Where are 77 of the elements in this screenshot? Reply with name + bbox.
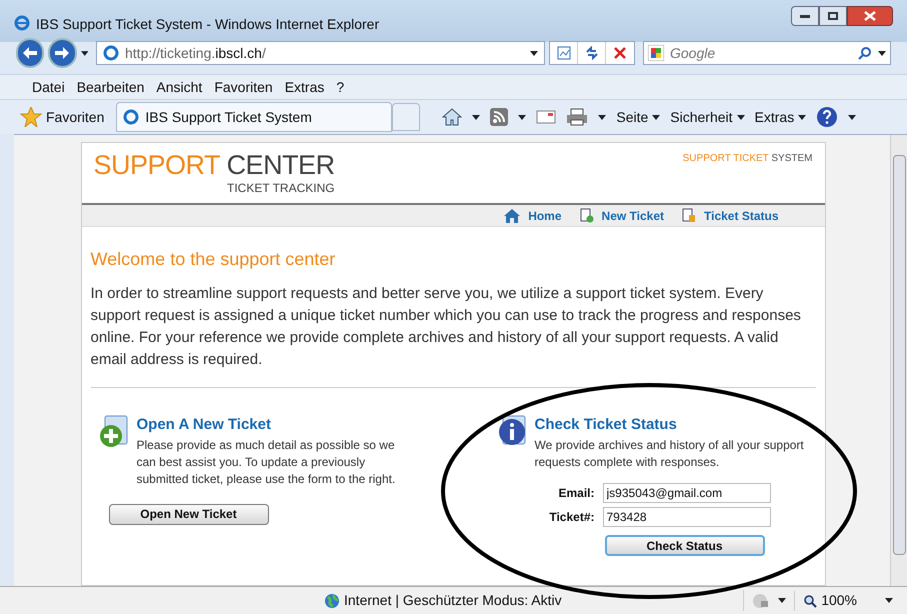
dropdown-caret-icon[interactable] — [885, 598, 893, 603]
dropdown-caret-icon[interactable] — [598, 114, 606, 120]
nav-link[interactable]: Ticket Status — [682, 206, 778, 224]
ticket-field[interactable]: 793428 — [602, 506, 770, 526]
url-text: http://ticketing.ibscl.ch/ — [125, 44, 266, 63]
search-box[interactable]: Google — [643, 41, 891, 65]
add-document-icon — [98, 414, 130, 450]
close-icon — [864, 11, 876, 21]
ticket-label: Ticket#: — [548, 508, 594, 526]
feed-icon[interactable] — [490, 108, 508, 126]
command-menu-button[interactable]: Sicherheit — [670, 106, 745, 128]
address-field[interactable]: http://ticketing.ibscl.ch/ — [96, 41, 545, 65]
site-logo: SUPPORT CENTER — [94, 151, 335, 179]
browser-logo-icon — [14, 15, 30, 31]
favorites-button[interactable]: Favoriten — [20, 106, 104, 128]
close-button[interactable] — [847, 6, 893, 26]
house-icon — [504, 208, 520, 222]
caret-icon — [798, 114, 806, 120]
document-plus-icon — [580, 208, 594, 223]
nav-link[interactable]: New Ticket — [580, 206, 664, 224]
dropdown-caret-icon[interactable] — [878, 50, 886, 56]
section-title: Open A New Ticket — [136, 415, 272, 435]
scrollbar[interactable] — [890, 135, 907, 586]
menu-item[interactable]: Datei — [32, 76, 65, 98]
menu-item[interactable]: Extras — [284, 76, 324, 98]
forward-button[interactable] — [48, 38, 77, 68]
dropdown-caret-icon[interactable] — [472, 114, 480, 120]
section-description: Please provide as much detail as possible so we can best assist you. To update a previously submitted ticket, please use the form to the right. — [136, 436, 396, 488]
nav-link[interactable]: Home — [504, 206, 562, 224]
browser-tab[interactable]: IBS Support Ticket System — [116, 102, 392, 132]
zoom-icon — [803, 594, 818, 608]
section-title: Check Ticket Status — [534, 415, 678, 435]
menu-item[interactable]: Bearbeiten — [76, 76, 144, 98]
command-menu-button[interactable]: Extras — [754, 106, 806, 128]
caret-icon — [652, 114, 660, 120]
window-title: IBS Support Ticket System - Windows Internet Explorer — [36, 15, 380, 34]
refresh-icon — [584, 46, 598, 60]
tagline: SUPPORT TICKET SYSTEM — [682, 152, 812, 166]
caret-icon — [736, 114, 745, 120]
back-button[interactable] — [16, 38, 44, 68]
email-field[interactable]: js935043@gmail.com — [602, 482, 770, 502]
section-description: We provide archives and history of all your support requests complete with responses. — [534, 436, 805, 470]
zoom-button[interactable]: 100% — [803, 590, 857, 611]
maximize-button[interactable] — [819, 6, 847, 26]
dropdown-caret-icon[interactable] — [778, 598, 786, 603]
welcome-heading: Welcome to the support center — [90, 248, 336, 271]
home-icon[interactable] — [442, 108, 462, 126]
check-status-button[interactable]: Check Status — [604, 534, 764, 556]
command-menu-button[interactable]: Seite — [616, 106, 660, 128]
site-subtitle: TICKET TRACKING — [227, 180, 335, 197]
dropdown-caret-icon[interactable] — [848, 114, 856, 120]
star-icon — [20, 107, 42, 127]
globe-icon — [324, 592, 340, 608]
menu-item[interactable]: Favoriten — [214, 76, 273, 98]
menu-item[interactable]: ? — [336, 76, 344, 98]
minimize-button[interactable] — [791, 6, 819, 26]
search-engine-logo-icon — [648, 45, 664, 61]
chart-page-icon — [556, 46, 570, 60]
page-logo-icon — [103, 45, 119, 61]
search-field[interactable]: Google — [670, 42, 852, 64]
status-zone: Internet | Geschützter Modus: Aktiv — [344, 591, 562, 610]
intro-paragraph: In order to streamline support requests and better serve you, we utilize a support ticket system. Every support request is assigned a unique ticket number which you can use to track the progress and responses online. For your reference we provide complete archives and history of all your support requests. A valid email address is required. — [90, 283, 816, 388]
search-icon[interactable] — [858, 46, 872, 60]
email-label: Email: — [557, 484, 594, 502]
back-arrow-icon — [23, 47, 38, 59]
document-question-icon — [682, 208, 696, 223]
printer-icon[interactable] — [566, 108, 588, 126]
page-logo-icon — [123, 109, 140, 125]
forward-arrow-icon — [55, 47, 70, 59]
menu-item[interactable]: Ansicht — [156, 76, 202, 98]
stop-icon — [613, 46, 627, 60]
dropdown-caret-icon[interactable] — [80, 50, 88, 56]
open-ticket-button[interactable]: Open New Ticket — [108, 504, 268, 524]
mail-icon[interactable] — [536, 110, 556, 124]
dropdown-caret-icon[interactable] — [530, 50, 538, 56]
dropdown-caret-icon[interactable] — [518, 114, 526, 120]
help-icon[interactable] — [816, 106, 838, 128]
